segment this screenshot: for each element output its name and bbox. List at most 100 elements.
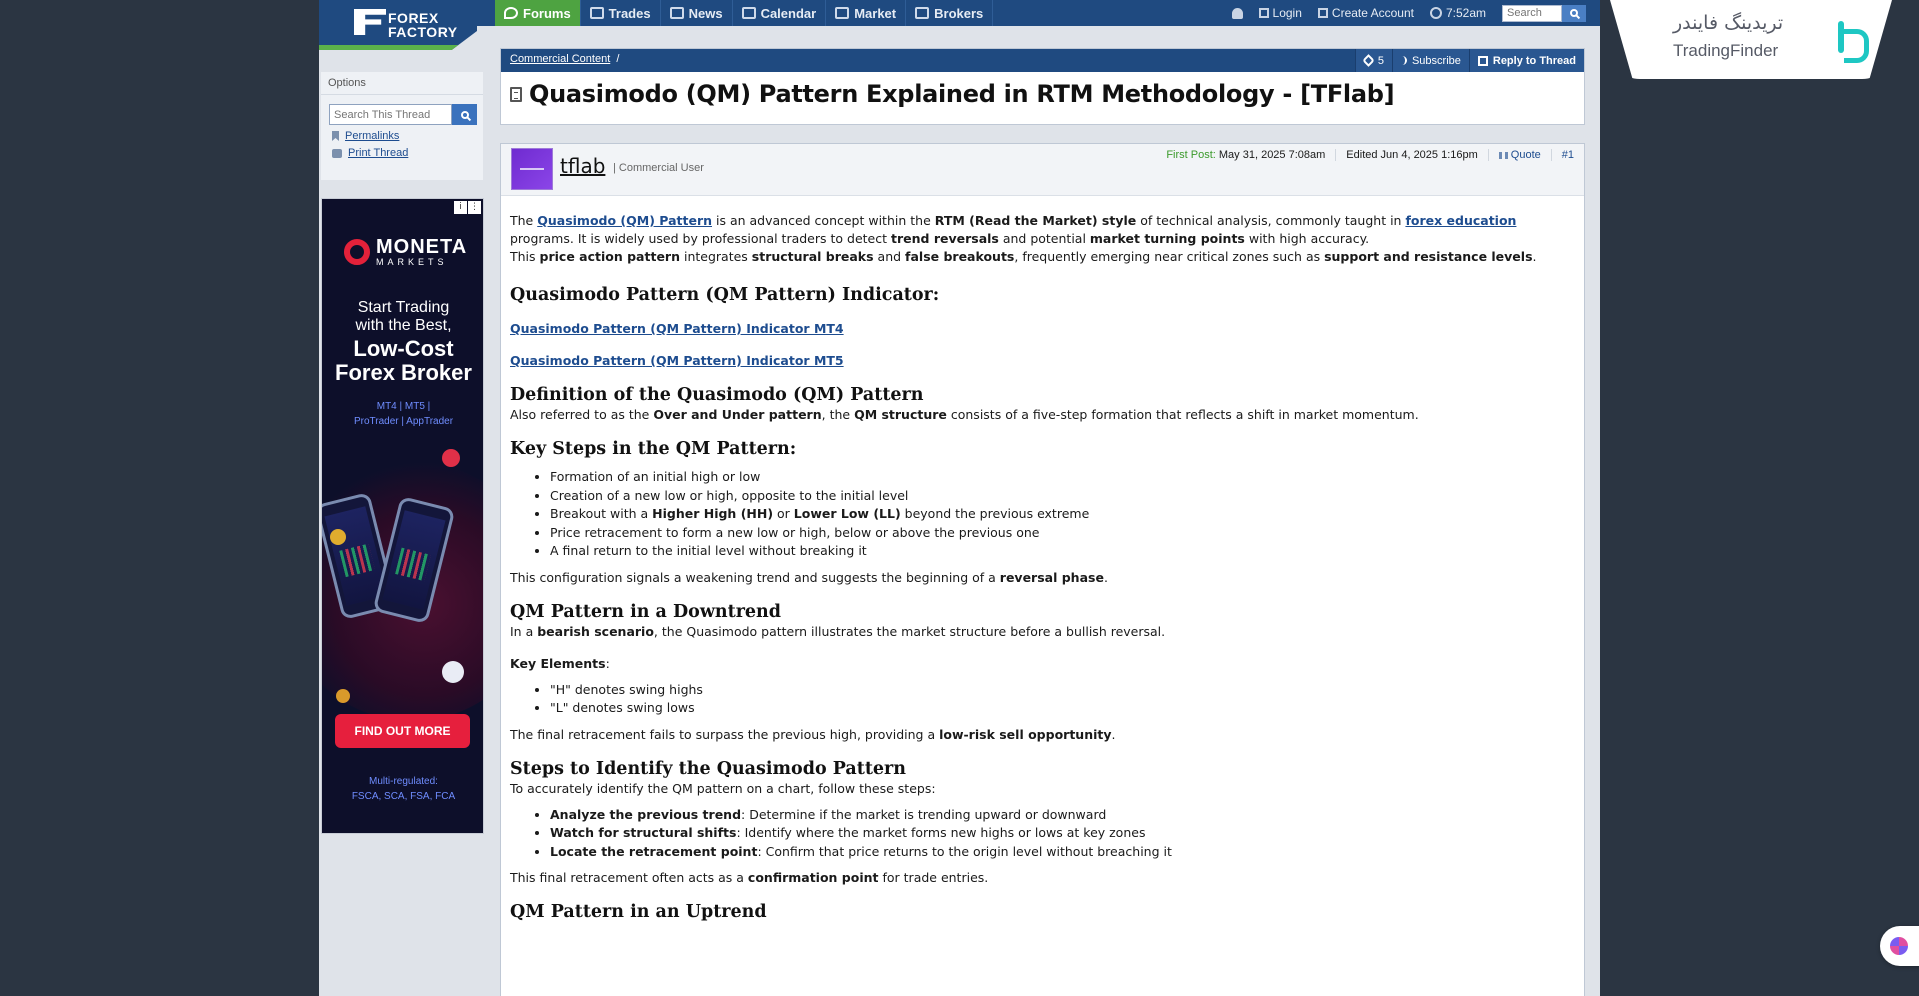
list-item: Price retracement to form a new low or h… bbox=[550, 524, 1570, 543]
identify-intro: To accurately identify the QM pattern on… bbox=[510, 780, 936, 796]
bold-text: low-risk sell opportunity bbox=[939, 726, 1112, 742]
coin-icon bbox=[336, 689, 350, 703]
configuration-paragraph: This configuration signals a weakening t… bbox=[510, 569, 1570, 587]
time-display[interactable]: 7:52am bbox=[1429, 6, 1486, 20]
ad-platforms-2: ProTrader | AppTrader bbox=[353, 416, 454, 427]
nav-tab-label: Market bbox=[854, 5, 897, 21]
login-icon bbox=[1258, 8, 1269, 18]
forex-education-link[interactable]: forex education bbox=[1405, 213, 1516, 228]
nav-tab-forums[interactable]: Forums bbox=[495, 0, 581, 26]
ad-reg-2: FSCA, SCA, FSA, FCA bbox=[351, 791, 456, 802]
nav-tab-label: Brokers bbox=[934, 5, 984, 21]
printer-icon bbox=[332, 148, 342, 158]
post-meta: First Post: May 31, 2025 7:08am Edited J… bbox=[1156, 144, 1584, 166]
text: Also referred to as the bbox=[510, 407, 654, 422]
thread-header: Commercial Content / 5 Subscribe Reply t… bbox=[500, 48, 1585, 125]
bold-text: Analyze the previous trend bbox=[550, 806, 742, 822]
ad-brand-sub: MARKETS bbox=[376, 257, 448, 267]
text: , the Quasimodo pattern illustrates the … bbox=[653, 623, 1166, 639]
permalinks-option: Permalinks bbox=[332, 130, 483, 142]
print-thread-link[interactable]: Print Thread bbox=[348, 147, 408, 159]
tags-button[interactable]: 5 bbox=[1354, 49, 1392, 72]
clock-icon bbox=[1429, 7, 1442, 19]
text: and potential bbox=[998, 231, 1090, 246]
reply-to-thread-button[interactable]: Reply to Thread bbox=[1468, 49, 1584, 72]
nav-search-input[interactable] bbox=[1502, 4, 1562, 22]
heading-definition: Definition of the Quasimodo (QM) Pattern bbox=[510, 385, 924, 405]
key-elements-label: Key Elements: bbox=[510, 655, 1570, 673]
thread-title: Quasimodo (QM) Pattern Explained in RTM … bbox=[529, 80, 1395, 108]
nav-tab-label: Calendar bbox=[760, 5, 817, 21]
nav-tab-trades[interactable]: Trades bbox=[581, 0, 661, 26]
nav-right: Login Create Account 7:52am bbox=[1231, 0, 1586, 26]
breadcrumb-commercial-content[interactable]: Commercial Content bbox=[510, 53, 610, 65]
post-permalink[interactable]: #1 bbox=[1550, 149, 1584, 161]
tag-count: 5 bbox=[1377, 54, 1384, 67]
quasimodo-pattern-link[interactable]: Quasimodo (QM) Pattern bbox=[537, 213, 712, 228]
role-label: Commercial User bbox=[618, 162, 704, 174]
quote-button[interactable]: Quote bbox=[1487, 149, 1551, 161]
create-account-link[interactable]: Create Account bbox=[1317, 6, 1414, 20]
notifications-button[interactable] bbox=[1231, 7, 1243, 19]
heading-uptrend: QM Pattern in an Uptrend bbox=[510, 902, 767, 922]
post-header: tflab | Commercial User First Post: May … bbox=[501, 144, 1584, 196]
nav-tab-brokers[interactable]: Brokers bbox=[906, 0, 994, 26]
bold-text: price action pattern bbox=[539, 249, 680, 264]
site-logo[interactable]: FOREX FACTORY bbox=[319, 0, 477, 50]
thread-search-input[interactable] bbox=[329, 104, 452, 125]
thread-search bbox=[329, 104, 483, 125]
breadcrumb-separator: / bbox=[616, 53, 620, 65]
moneta-markets-ad[interactable]: i ⋮ MONETA MARKETS Start Trading with the… bbox=[321, 198, 484, 834]
logo-text: FOREX FACTORY bbox=[388, 11, 458, 39]
nav-tab-calendar[interactable]: Calendar bbox=[733, 0, 827, 26]
nav-tab-news[interactable]: News bbox=[661, 0, 733, 26]
subscribe-button[interactable]: Subscribe bbox=[1391, 49, 1469, 72]
permalinks-link[interactable]: Permalinks bbox=[345, 130, 399, 142]
bold-text: reversal phase bbox=[999, 569, 1104, 585]
nav-search-button[interactable] bbox=[1562, 4, 1586, 22]
options-panel: Options Permalinks Print Thread bbox=[321, 72, 483, 180]
ad-info-icon[interactable]: i bbox=[454, 201, 467, 214]
reply-label: Reply to Thread bbox=[1492, 54, 1576, 67]
bold-text: support and resistance levels bbox=[1324, 249, 1533, 264]
bold-text: Watch for structural shifts bbox=[550, 825, 737, 840]
logo-line-2: FACTORY bbox=[388, 24, 458, 40]
ad-find-out-more-button[interactable]: FIND OUT MORE bbox=[335, 714, 470, 748]
list-item: Locate the retracement point: Confirm th… bbox=[550, 843, 1570, 862]
breadcrumb-bar: Commercial Content / 5 Subscribe Reply t… bbox=[501, 49, 1584, 72]
market-icon bbox=[835, 7, 850, 19]
avatar[interactable] bbox=[511, 148, 553, 190]
login-link[interactable]: Login bbox=[1258, 6, 1302, 20]
permalink-number: 1 bbox=[1567, 149, 1574, 161]
heading-indicator: Quasimodo Pattern (QM Pattern) Indicator… bbox=[510, 285, 940, 305]
bold-text: QM structure bbox=[854, 407, 947, 422]
bold-text: Higher High (HH) bbox=[652, 506, 774, 521]
ad-copy: Start Trading with the Best, Low-Cost Fore… bbox=[322, 299, 483, 429]
text: consists of a five-step formation that r… bbox=[946, 407, 1419, 422]
bold-text: market turning points bbox=[1089, 231, 1245, 246]
coin-icon bbox=[442, 449, 460, 467]
username-link[interactable]: tflab bbox=[560, 154, 605, 178]
coin-icon bbox=[330, 529, 346, 545]
login-label: Login bbox=[1272, 6, 1302, 20]
edited-info: Edited Jun 4, 2025 1:16pm bbox=[1335, 149, 1487, 161]
ad-headline: Start Trading with the Best, bbox=[322, 299, 483, 335]
role-separator: | bbox=[613, 162, 616, 174]
ad-platforms-1: MT4 | MT5 | bbox=[376, 401, 431, 412]
text: : bbox=[605, 655, 610, 671]
floating-extension-button[interactable] bbox=[1880, 926, 1919, 966]
ad-menu-icon[interactable]: ⋮ bbox=[468, 201, 481, 214]
text: or bbox=[773, 506, 794, 521]
text: : Determine if the market is trending up… bbox=[741, 806, 1107, 822]
indicator-mt4-link[interactable]: Quasimodo Pattern (QM Pattern) Indicator… bbox=[510, 321, 844, 336]
list-item: Creation of a new low or high, opposite … bbox=[550, 487, 1570, 506]
user-role: | Commercial User bbox=[613, 162, 704, 174]
subscribe-label: Subscribe bbox=[1411, 54, 1461, 67]
first-post-date: May 31, 2025 7:08am bbox=[1218, 149, 1326, 161]
text: with high accuracy. bbox=[1244, 231, 1370, 246]
ad-headline-2: with the Best, bbox=[355, 317, 452, 334]
thread-search-button[interactable] bbox=[452, 104, 477, 125]
indicator-mt5-link[interactable]: Quasimodo Pattern (QM Pattern) Indicator… bbox=[510, 353, 844, 368]
page-column: Forums Trades News Calendar Market Broke… bbox=[319, 0, 1600, 996]
nav-tab-market[interactable]: Market bbox=[826, 0, 907, 26]
